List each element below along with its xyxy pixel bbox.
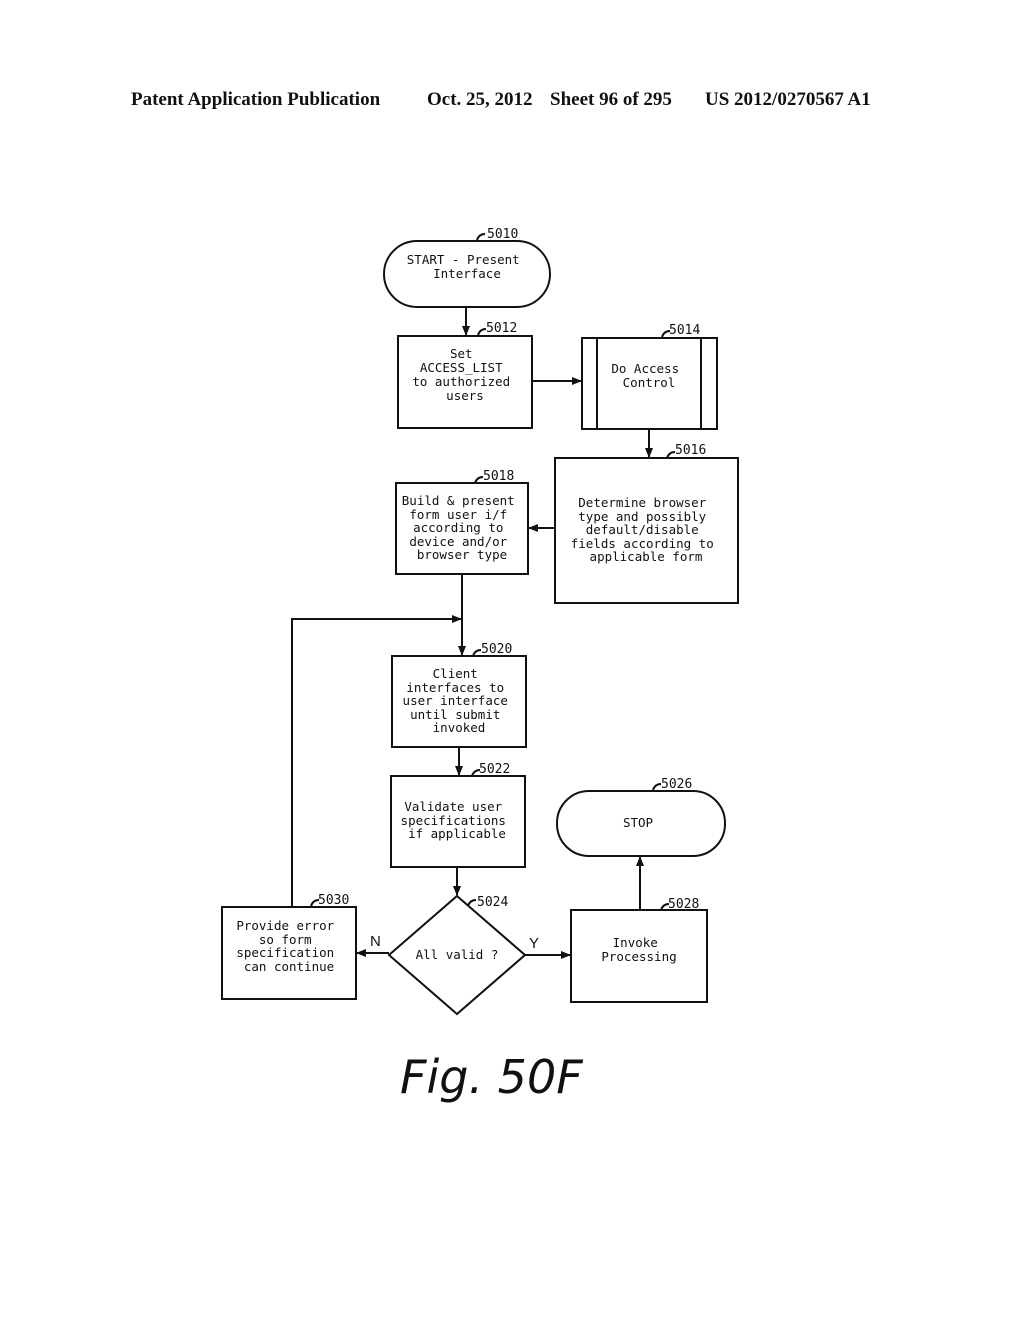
node-5010-start: START - Present Interface 5010 (383, 227, 551, 308)
node-5016-determine-browser: Determine browser type and possibly defa… (554, 443, 739, 604)
node-5022-validate: Validate user specifications if applicab… (390, 762, 526, 868)
ref-label: 5026 (661, 777, 692, 792)
node-5014-do-access-control: Do Access Control 5014 (581, 323, 718, 430)
node-text: START - Present Interface (407, 252, 527, 281)
ref-leader (476, 233, 486, 241)
node-text: All valid ? (416, 947, 499, 962)
ref-label: 5014 (669, 323, 700, 338)
ref-label: 5020 (481, 642, 512, 657)
ref-label: 5018 (483, 469, 514, 484)
node-text: Build & present form user i/f according … (402, 493, 522, 562)
node-5024-all-valid-decision: All valid ? 5024 (387, 894, 527, 1016)
node-text: Validate user specifications if applicab… (401, 799, 514, 841)
node-text: Client interfaces to user interface unti… (403, 666, 516, 735)
node-5030-provide-error: Provide error so form specification can … (221, 893, 357, 1000)
edge-label-yes: Y (529, 935, 539, 952)
connectors (291, 307, 653, 959)
ref-label: 5028 (668, 897, 699, 912)
node-text: STOP (623, 815, 653, 830)
ref-label: 5010 (487, 227, 518, 242)
figure-label: Fig. 50F (400, 1050, 583, 1104)
edge-5030-5020-loop (291, 615, 462, 907)
ref-label: 5030 (318, 893, 349, 908)
node-text: Determine browser type and possibly defa… (571, 495, 722, 564)
ref-label: 5016 (675, 443, 706, 458)
ref-leader (477, 328, 487, 336)
node-text: Provide error so form specification can … (236, 918, 341, 974)
node-5012-set-access-list: Set ACCESS_LIST to authorized users 5012 (397, 321, 533, 429)
node-text: Set ACCESS_LIST to authorized users (412, 346, 517, 403)
node-5028-invoke-processing: Invoke Processing 5028 (570, 897, 708, 1003)
node-5018-build-present-form: Build & present form user i/f according … (395, 469, 529, 575)
node-5020-client-interfaces: Client interfaces to user interface unti… (391, 642, 527, 748)
node-text: Do Access Control (611, 361, 686, 390)
ref-label: 5012 (486, 321, 517, 336)
ref-label: 5022 (479, 762, 510, 777)
node-5026-stop: STOP 5026 (556, 777, 726, 857)
flowchart: START - Present Interface 5010 Set ACCES… (221, 227, 739, 1104)
ref-leader (467, 899, 477, 907)
ref-label: 5024 (477, 895, 508, 910)
node-text: Invoke Processing (601, 935, 676, 964)
edge-label-no: N (370, 933, 381, 950)
ref-leader (652, 783, 662, 791)
